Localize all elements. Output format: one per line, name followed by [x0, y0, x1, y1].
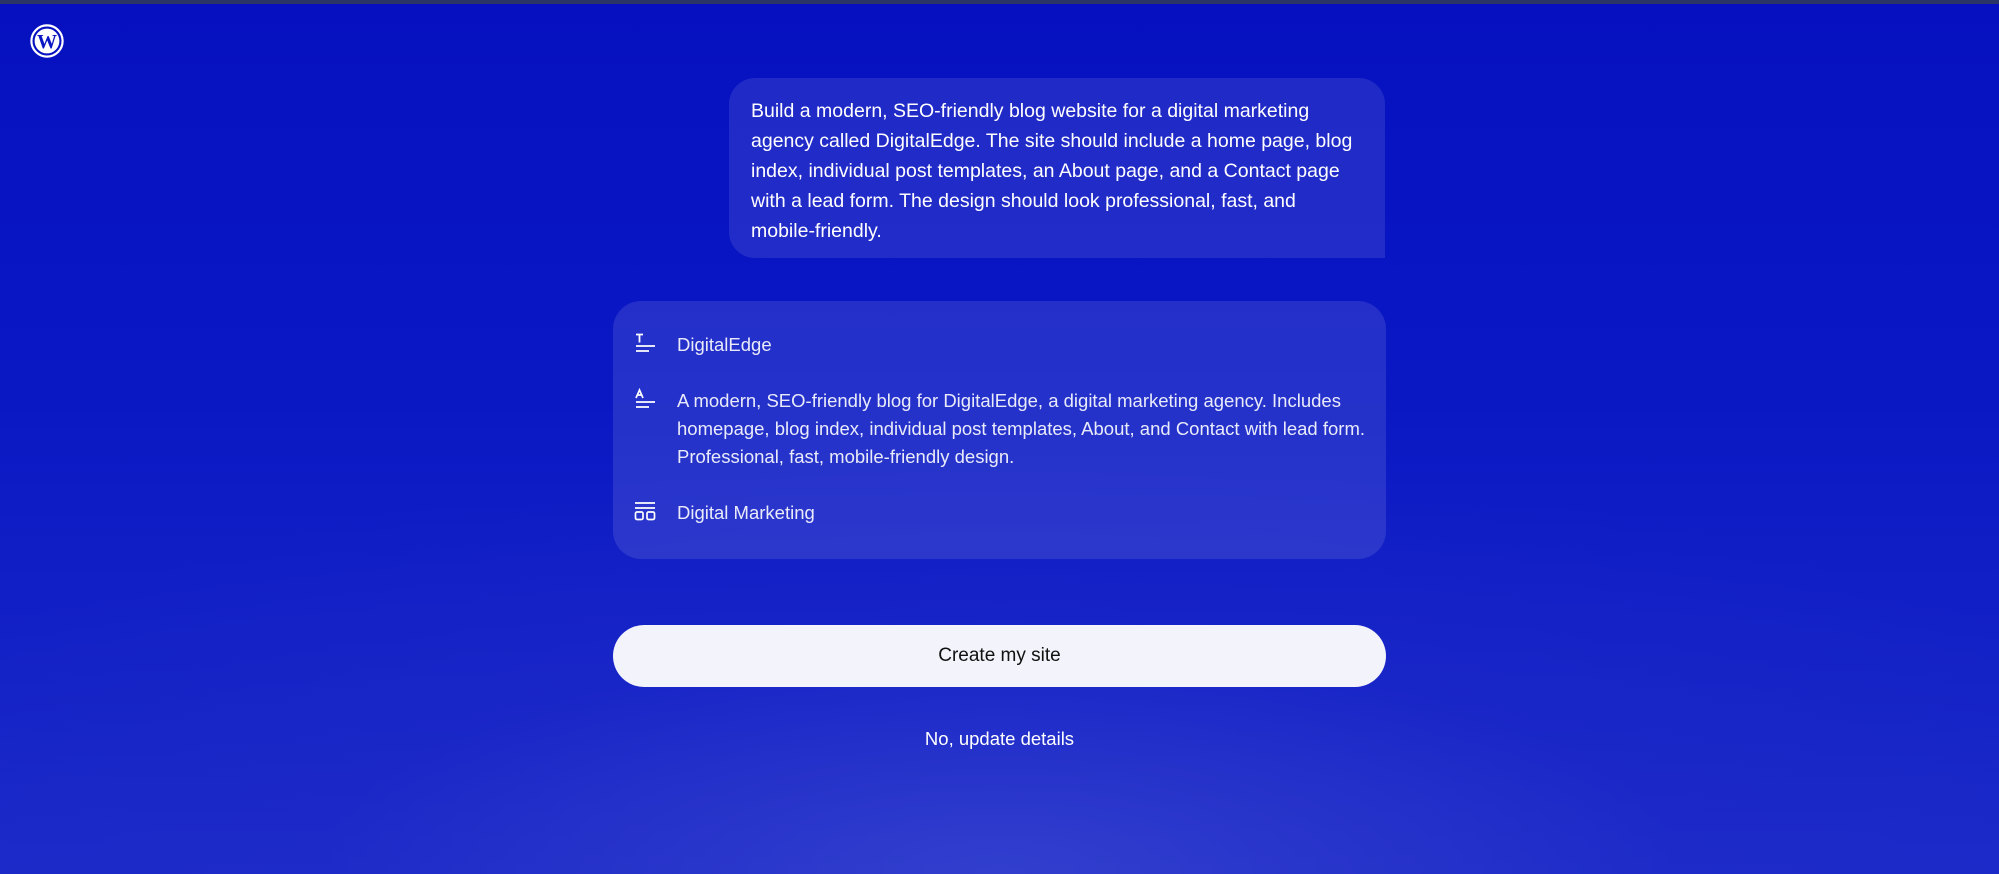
- create-site-button[interactable]: Create my site: [613, 625, 1386, 687]
- site-name-value: DigitalEdge: [677, 334, 772, 355]
- prompt-message: Build a modern, SEO-friendly blog websit…: [729, 78, 1385, 258]
- site-category-row: Digital Marketing: [633, 499, 1366, 527]
- site-category-value: Digital Marketing: [677, 502, 815, 523]
- site-description-value: A modern, SEO-friendly blog for DigitalE…: [677, 390, 1366, 467]
- wordpress-logo-icon[interactable]: W: [30, 24, 64, 58]
- site-summary-card: DigitalEdge A modern, SEO-friendly blog …: [613, 301, 1386, 559]
- svg-text:W: W: [37, 31, 57, 53]
- site-description-row: A modern, SEO-friendly blog for DigitalE…: [633, 387, 1366, 471]
- site-name-row: DigitalEdge: [633, 331, 1366, 359]
- update-details-link[interactable]: No, update details: [613, 726, 1386, 752]
- window-top-strip: [0, 0, 1999, 4]
- description-icon: [633, 387, 657, 411]
- title-icon: [633, 331, 657, 355]
- category-icon: [633, 499, 657, 523]
